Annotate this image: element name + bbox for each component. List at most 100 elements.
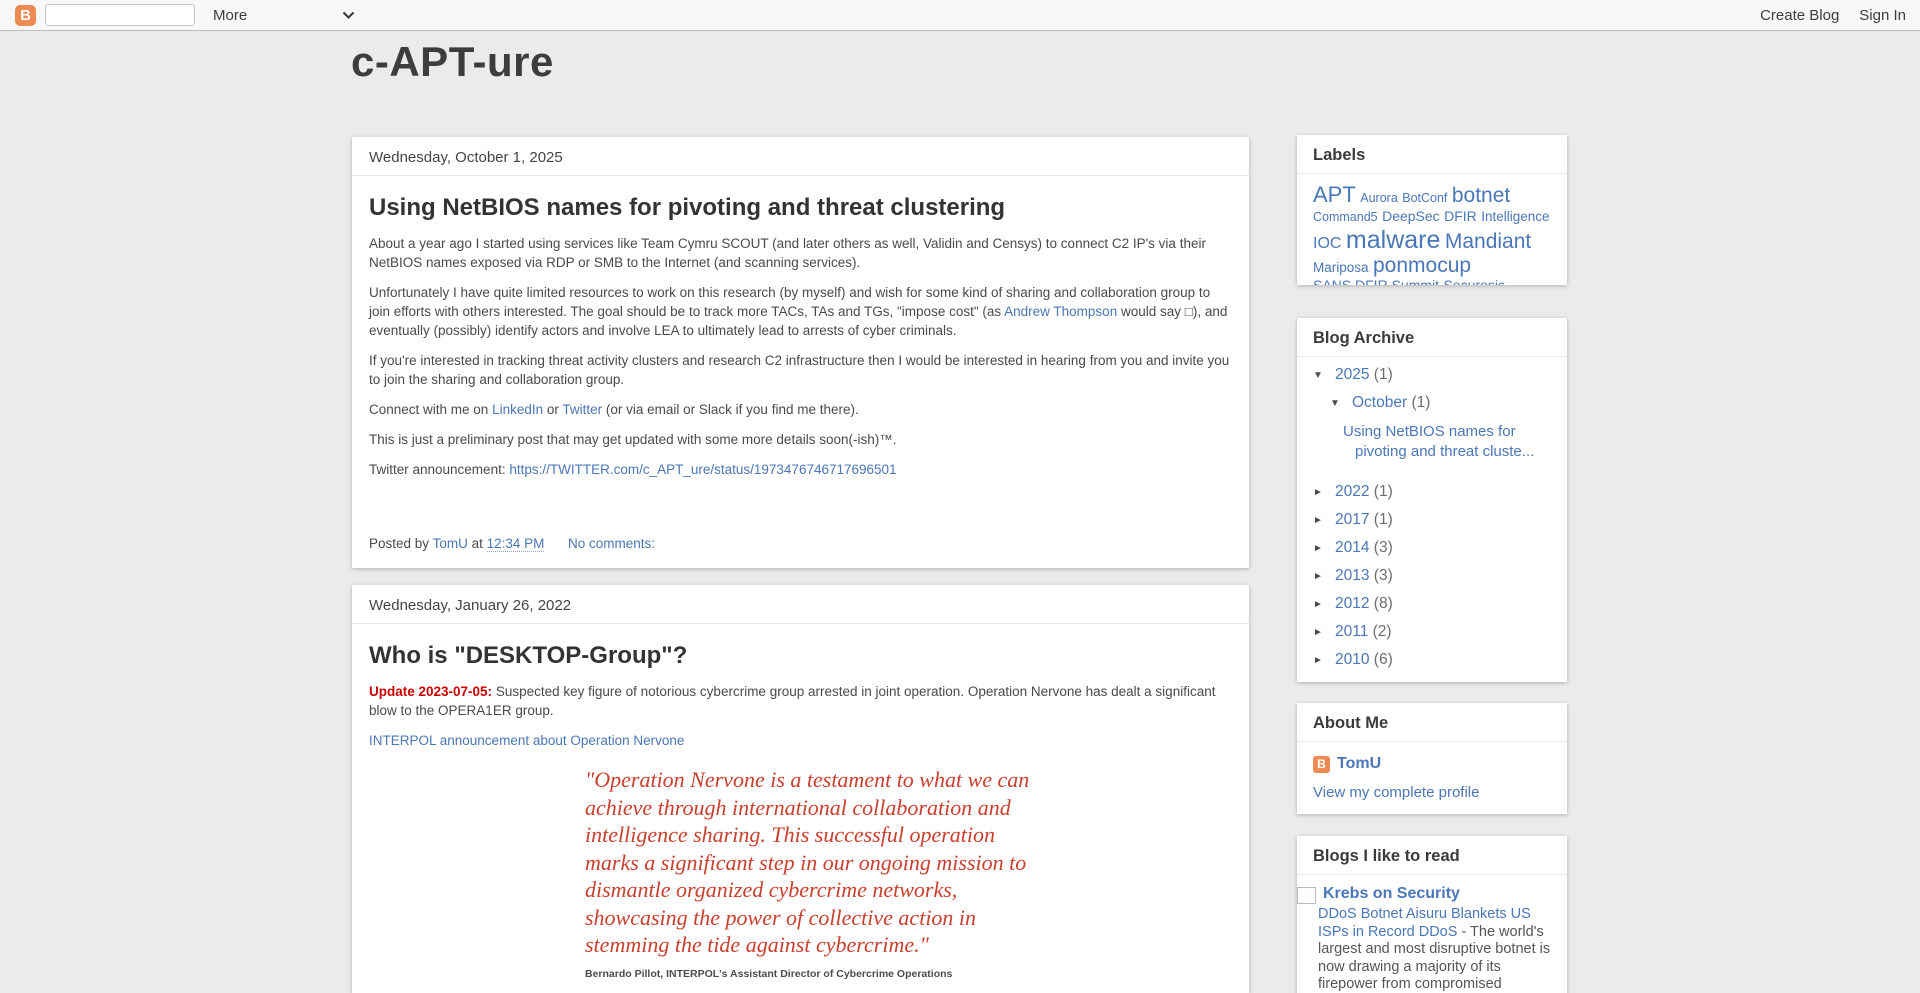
archive-toggle-closed-icon[interactable]: ► xyxy=(1313,627,1335,638)
label-link[interactable]: Mariposa xyxy=(1313,260,1369,275)
label-link[interactable]: Mandiant xyxy=(1445,230,1531,253)
archive-count: (1) xyxy=(1369,511,1392,528)
author-link[interactable]: TomU xyxy=(433,536,468,551)
archive-count: (3) xyxy=(1369,539,1392,556)
label-link[interactable]: Command5 xyxy=(1313,210,1378,224)
blogroll-widget: Blogs I like to read Krebs on Security D… xyxy=(1297,836,1567,993)
create-blog-link[interactable]: Create Blog xyxy=(1760,7,1839,24)
chevron-down-icon xyxy=(342,11,355,19)
archive-toggle-open-icon[interactable]: ▼ xyxy=(1330,398,1352,409)
label-link[interactable]: DeepSec xyxy=(1382,208,1440,224)
posted-by-label: Posted by xyxy=(369,536,429,551)
labels-title: Labels xyxy=(1297,135,1567,174)
paragraph-text: (or via email or Slack if you find me th… xyxy=(602,402,859,417)
archive-period-link[interactable]: 2017 xyxy=(1335,511,1369,528)
blogroll-blog-link[interactable]: Krebs on Security xyxy=(1323,884,1460,904)
paragraph-text: Suspected key figure of notorious cyberc… xyxy=(369,684,1215,718)
blog-title: c-APT-ure xyxy=(351,38,554,86)
label-link[interactable]: Securosis xyxy=(1443,277,1504,285)
quote-text: "Operation Nervone is a testament to wha… xyxy=(585,766,1031,959)
post-card: Wednesday, October 1, 2025 Using NetBIOS… xyxy=(352,137,1249,568)
label-link[interactable]: ponmocup xyxy=(1373,254,1471,277)
more-dropdown[interactable]: More xyxy=(213,0,355,30)
profile-author-link[interactable]: TomU xyxy=(1337,755,1381,773)
archive-count: (8) xyxy=(1369,595,1392,612)
blogroll-title: Blogs I like to read xyxy=(1297,836,1567,875)
interpol-announcement-link[interactable]: INTERPOL announcement about Operation Ne… xyxy=(369,733,684,748)
archive-year-row: ▼2025 (1) xyxy=(1313,366,1551,384)
archive-year-row: ►2011 (2) xyxy=(1313,623,1551,641)
archive-toggle-closed-icon[interactable]: ► xyxy=(1313,487,1335,498)
twitter-link[interactable]: Twitter xyxy=(562,402,602,417)
paragraph-text: If you're interested in tracking threat … xyxy=(369,353,1229,387)
post-paragraph: About a year ago I started using service… xyxy=(369,234,1232,272)
label-link[interactable]: Intelligence xyxy=(1481,209,1549,224)
archive-year-row: ►2014 (3) xyxy=(1313,539,1551,557)
archive-count: (1) xyxy=(1407,394,1430,411)
label-link[interactable]: DFIR xyxy=(1444,208,1477,224)
blog-archive-widget: Blog Archive ▼2025 (1)▼October (1)Using … xyxy=(1297,318,1567,682)
archive-year-row: ►2022 (1) xyxy=(1313,483,1551,501)
label-cloud: APT Aurora BotConf botnet Command5 DeepS… xyxy=(1297,174,1567,285)
about-me-title: About Me xyxy=(1297,703,1567,742)
archive-toggle-closed-icon[interactable]: ► xyxy=(1313,543,1335,554)
blogroll-favicon-icon xyxy=(1297,887,1316,904)
archive-post-link[interactable]: Using NetBIOS names for pivoting and thr… xyxy=(1313,422,1551,461)
archive-post-row: Using NetBIOS names for pivoting and thr… xyxy=(1313,422,1551,461)
label-link[interactable]: APT xyxy=(1313,182,1356,207)
archive-toggle-open-icon[interactable]: ▼ xyxy=(1313,370,1335,381)
archive-period-link[interactable]: 2025 xyxy=(1335,366,1369,383)
paragraph-text: Connect with me on xyxy=(369,402,492,417)
linkedin-link[interactable]: LinkedIn xyxy=(492,402,543,417)
archive-period-link[interactable]: 2022 xyxy=(1335,483,1369,500)
archive-period-link[interactable]: 2014 xyxy=(1335,539,1369,556)
andrew-thompson-link[interactable]: Andrew Thompson xyxy=(1004,304,1117,319)
archive-year-row: ►2010 (6) xyxy=(1313,651,1551,669)
comments-link[interactable]: No comments: xyxy=(568,536,655,551)
archive-period-link[interactable]: 2012 xyxy=(1335,595,1369,612)
archive-period-link[interactable]: 2011 xyxy=(1335,623,1368,640)
label-link[interactable]: Aurora xyxy=(1360,191,1398,205)
view-profile-link[interactable]: View my complete profile xyxy=(1313,784,1479,801)
label-link[interactable]: IOC xyxy=(1313,235,1341,252)
blogroll-separator: - xyxy=(1457,924,1470,940)
archive-count: (2) xyxy=(1368,623,1391,640)
twitter-announcement-link[interactable]: https://TWITTER.com/c_APT_ure/status/197… xyxy=(509,462,896,477)
archive-period-link[interactable]: October xyxy=(1352,394,1407,411)
archive-period-link[interactable]: 2013 xyxy=(1335,567,1369,584)
blog-archive-title: Blog Archive xyxy=(1297,318,1567,357)
post-paragraph: INTERPOL announcement about Operation Ne… xyxy=(369,731,1232,750)
archive-year-row: ▼October (1) xyxy=(1313,394,1551,412)
posts-column: Wednesday, October 1, 2025 Using NetBIOS… xyxy=(352,137,1249,993)
archive-year-row: ►2013 (3) xyxy=(1313,567,1551,585)
post-paragraph: Connect with me on LinkedIn or Twitter (… xyxy=(369,400,1232,419)
search-input[interactable] xyxy=(46,5,195,25)
archive-year-row: ►2017 (1) xyxy=(1313,511,1551,529)
archive-toggle-closed-icon[interactable]: ► xyxy=(1313,599,1335,610)
post-title[interactable]: Using NetBIOS names for pivoting and thr… xyxy=(369,194,1232,222)
archive-period-link[interactable]: 2010 xyxy=(1335,651,1369,668)
paragraph-text: Twitter announcement: xyxy=(369,462,509,477)
post-paragraph: If you're interested in tracking threat … xyxy=(369,351,1232,389)
post-paragraph: This is just a preliminary post that may… xyxy=(369,430,1232,449)
blogger-logo-icon[interactable]: B xyxy=(15,5,36,26)
blogger-profile-icon: B xyxy=(1313,756,1330,773)
post-paragraph: Unfortunately I have quite limited resou… xyxy=(369,283,1232,340)
label-link[interactable]: botnet xyxy=(1452,184,1510,207)
label-link[interactable]: SANS DFIR Summit xyxy=(1313,277,1439,285)
update-label: Update 2023-07-05: xyxy=(369,684,492,699)
label-link[interactable]: malware xyxy=(1346,226,1440,254)
quote-image: "Operation Nervone is a testament to wha… xyxy=(585,766,1031,980)
archive-year-row: ►2012 (8) xyxy=(1313,595,1551,613)
post-date: Wednesday, January 26, 2022 xyxy=(352,585,1249,624)
post-card: Wednesday, January 26, 2022 Who is "DESK… xyxy=(352,585,1249,993)
label-link[interactable]: BotConf xyxy=(1402,191,1447,205)
at-label: at xyxy=(472,536,483,551)
post-title[interactable]: Who is "DESKTOP-Group"? xyxy=(369,642,1232,670)
sign-in-link[interactable]: Sign In xyxy=(1859,7,1906,24)
archive-toggle-closed-icon[interactable]: ► xyxy=(1313,655,1335,666)
timestamp-link[interactable]: 12:34 PM xyxy=(487,536,545,552)
archive-count: (1) xyxy=(1369,366,1392,383)
archive-toggle-closed-icon[interactable]: ► xyxy=(1313,571,1335,582)
archive-toggle-closed-icon[interactable]: ► xyxy=(1313,515,1335,526)
